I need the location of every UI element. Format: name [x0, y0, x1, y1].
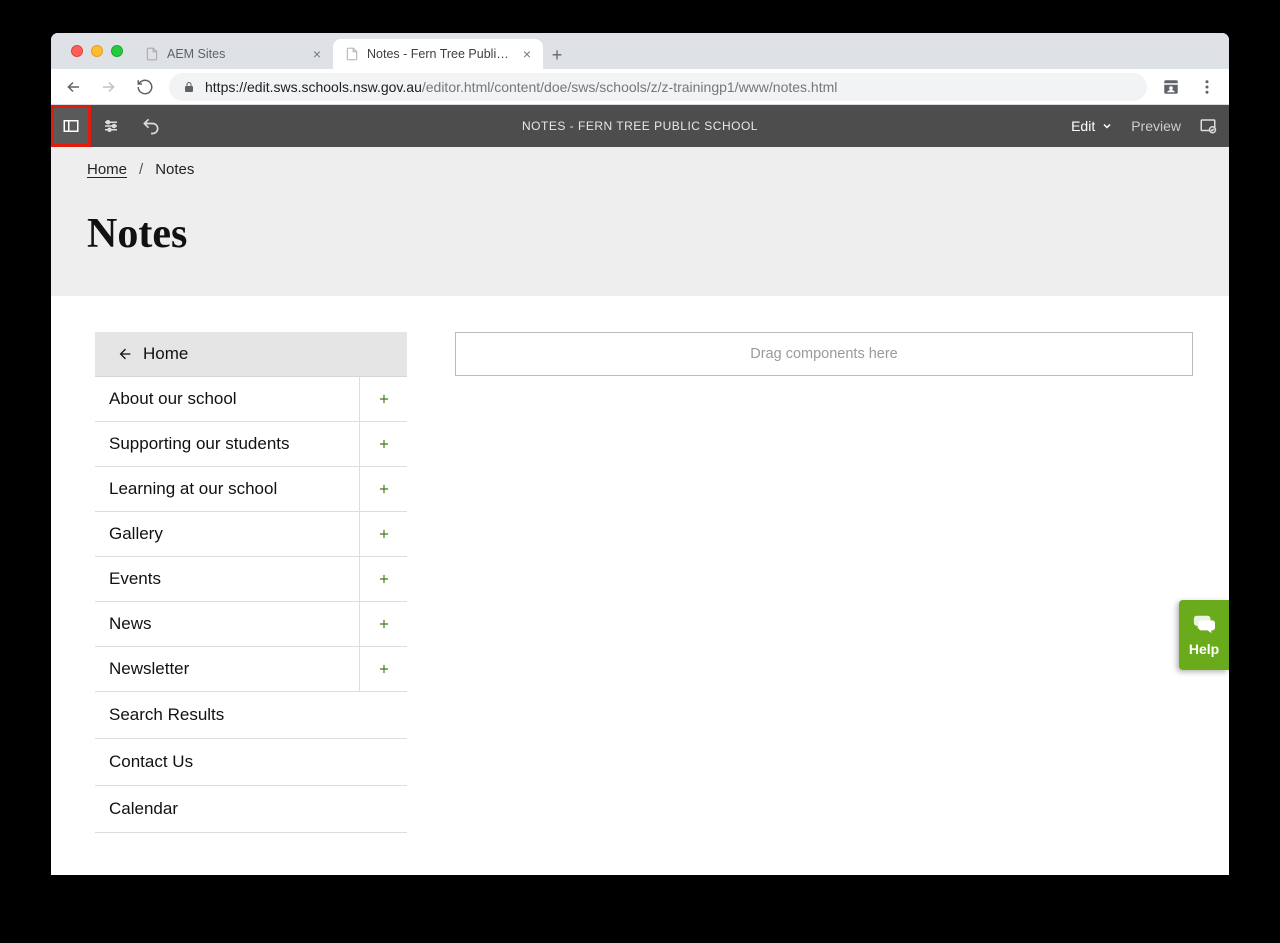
- nav-item-label: Learning at our school: [95, 467, 359, 511]
- chat-icon: [1192, 613, 1216, 635]
- nav-item-label: Newsletter: [95, 647, 359, 691]
- tab-label: AEM Sites: [167, 47, 305, 61]
- kebab-menu-icon[interactable]: [1195, 75, 1219, 99]
- side-navigation: Home About our schoolSupporting our stud…: [95, 332, 407, 875]
- window-traffic-lights: [61, 33, 133, 69]
- component-dropzone[interactable]: Drag components here: [455, 332, 1193, 376]
- nav-item[interactable]: Search Results: [95, 692, 407, 739]
- url-input[interactable]: https://edit.sws.schools.nsw.gov.au/edit…: [169, 73, 1147, 101]
- breadcrumb: Home / Notes: [87, 161, 1193, 178]
- nav-item[interactable]: Contact Us: [95, 739, 407, 786]
- browser-window: AEM Sites × Notes - Fern Tree Public Sch…: [51, 33, 1229, 875]
- nav-item-label: Supporting our students: [95, 422, 359, 466]
- help-label: Help: [1189, 641, 1219, 657]
- expand-icon[interactable]: [359, 377, 407, 421]
- tab-label: Notes - Fern Tree Public Schoo: [367, 47, 515, 61]
- nav-item-label: Gallery: [95, 512, 359, 556]
- nav-item[interactable]: Events: [95, 557, 407, 602]
- page-info-button[interactable]: [1199, 105, 1217, 147]
- window-close-button[interactable]: [71, 45, 83, 57]
- expand-icon[interactable]: [359, 467, 407, 511]
- nav-item-label: About our school: [95, 377, 359, 421]
- file-icon: [345, 47, 359, 61]
- chevron-down-icon: [1101, 120, 1113, 132]
- breadcrumb-home[interactable]: Home: [87, 161, 127, 178]
- nav-item-label: Calendar: [95, 786, 407, 832]
- nav-item[interactable]: Calendar: [95, 786, 407, 833]
- reload-button[interactable]: [133, 75, 157, 99]
- help-widget[interactable]: Help: [1179, 600, 1229, 670]
- undo-button[interactable]: [131, 105, 171, 147]
- back-button[interactable]: [61, 75, 85, 99]
- expand-icon[interactable]: [359, 512, 407, 556]
- breadcrumb-current: Notes: [155, 161, 194, 178]
- main-column: Drag components here: [455, 332, 1193, 875]
- expand-icon[interactable]: [359, 602, 407, 646]
- nav-item[interactable]: Supporting our students: [95, 422, 407, 467]
- nav-item[interactable]: About our school: [95, 377, 407, 422]
- nav-item-label: Events: [95, 557, 359, 601]
- nav-item[interactable]: News: [95, 602, 407, 647]
- close-icon[interactable]: ×: [523, 46, 531, 62]
- browser-tab-active[interactable]: Notes - Fern Tree Public Schoo ×: [333, 39, 543, 69]
- editor-toolbar: NOTES - FERN TREE PUBLIC SCHOOL Edit Pre…: [51, 105, 1229, 147]
- nav-item-label: News: [95, 602, 359, 646]
- browser-tab[interactable]: AEM Sites ×: [133, 39, 333, 69]
- close-icon[interactable]: ×: [313, 46, 321, 62]
- forward-button[interactable]: [97, 75, 121, 99]
- file-icon: [145, 47, 159, 61]
- nav-item-label: Contact Us: [95, 739, 407, 785]
- nav-home-link[interactable]: Home: [95, 332, 407, 377]
- breadcrumb-separator: /: [139, 161, 143, 178]
- nav-item-label: Search Results: [95, 692, 407, 738]
- page-content: Home / Notes Notes Home About our school…: [51, 147, 1229, 875]
- lock-icon: [183, 81, 195, 93]
- nav-item[interactable]: Gallery: [95, 512, 407, 557]
- expand-icon[interactable]: [359, 647, 407, 691]
- expand-icon[interactable]: [359, 422, 407, 466]
- window-fullscreen-button[interactable]: [111, 45, 123, 57]
- edit-mode-dropdown[interactable]: Edit: [1071, 118, 1113, 134]
- window-minimize-button[interactable]: [91, 45, 103, 57]
- page-properties-button[interactable]: [91, 105, 131, 147]
- account-icon[interactable]: [1159, 75, 1183, 99]
- expand-icon[interactable]: [359, 557, 407, 601]
- preview-button[interactable]: Preview: [1131, 118, 1181, 134]
- nav-item[interactable]: Learning at our school: [95, 467, 407, 512]
- editor-page-title: NOTES - FERN TREE PUBLIC SCHOOL: [51, 119, 1229, 133]
- nav-item[interactable]: Newsletter: [95, 647, 407, 692]
- nav-home-label: Home: [143, 344, 188, 364]
- url-text: https://edit.sws.schools.nsw.gov.au/edit…: [205, 79, 837, 95]
- tab-strip: AEM Sites × Notes - Fern Tree Public Sch…: [51, 33, 1229, 69]
- page-title: Notes: [51, 178, 1229, 296]
- arrow-left-icon: [117, 346, 133, 362]
- new-tab-button[interactable]: +: [543, 41, 571, 69]
- toggle-side-panel-button[interactable]: [51, 105, 91, 147]
- address-bar: https://edit.sws.schools.nsw.gov.au/edit…: [51, 69, 1229, 105]
